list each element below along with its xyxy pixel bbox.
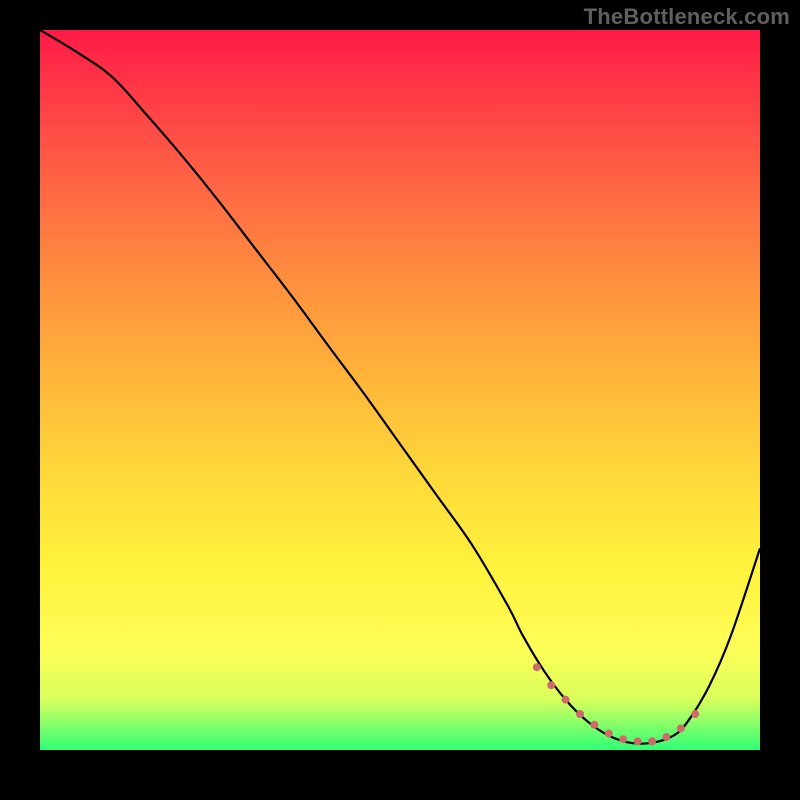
plot-area (40, 30, 760, 750)
chart-svg (40, 30, 760, 750)
marker-point (576, 710, 584, 718)
chart-frame: TheBottleneck.com (0, 0, 800, 800)
bottleneck-curve (40, 30, 760, 744)
optimal-range-markers (533, 663, 699, 745)
marker-point (662, 733, 670, 741)
watermark-text: TheBottleneck.com (584, 4, 790, 30)
marker-point (547, 681, 555, 689)
marker-point (691, 710, 699, 718)
marker-point (634, 737, 642, 745)
marker-point (619, 735, 627, 743)
marker-point (533, 663, 541, 671)
marker-point (648, 737, 656, 745)
marker-point (590, 721, 598, 729)
marker-point (562, 696, 570, 704)
marker-point (677, 724, 685, 732)
marker-point (605, 729, 613, 737)
